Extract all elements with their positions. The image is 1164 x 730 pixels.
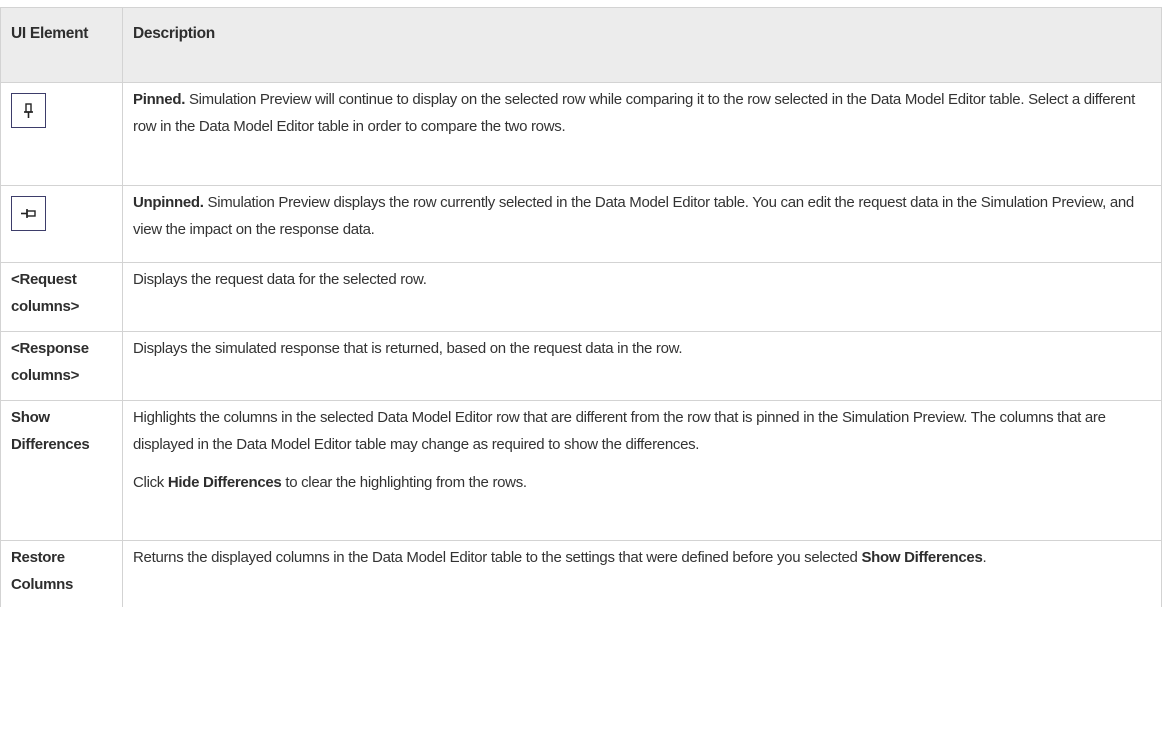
description-note: Click Hide Differences to clear the high… (133, 469, 1151, 496)
ui-elements-table: UI Element Description Pinned. Simulatio… (0, 7, 1162, 607)
description-text: Pinned. Simulation Preview will continue… (133, 86, 1151, 140)
description-body: Returns the displayed columns in the Dat… (133, 549, 862, 566)
description-text: Unpinned. Simulation Preview displays th… (133, 189, 1151, 243)
ui-element-cell: Show Differences (0, 400, 123, 541)
description-cell: Unpinned. Simulation Preview displays th… (122, 185, 1162, 263)
note-text: to clear the highlighting from the rows. (281, 474, 527, 491)
table-row: Pinned. Simulation Preview will continue… (0, 82, 1162, 186)
table-row: <Request columns> Displays the request d… (0, 262, 1162, 332)
table-row: Restore Columns Returns the displayed co… (0, 540, 1162, 607)
description-body: Simulation Preview will continue to disp… (133, 91, 1135, 135)
description-body: Simulation Preview displays the row curr… (133, 194, 1134, 238)
ui-element-cell: <Response columns> (0, 331, 123, 401)
column-header-ui-element: UI Element (0, 7, 123, 83)
description-text: Highlights the columns in the selected D… (133, 409, 1106, 453)
description-cell: Pinned. Simulation Preview will continue… (122, 82, 1162, 186)
column-header-description: Description (122, 7, 1162, 83)
description-body: . (982, 549, 987, 566)
description-cell: Displays the simulated response that is … (122, 331, 1162, 401)
table-header-row: UI Element Description (0, 7, 1162, 83)
table-row: Show Differences Highlights the columns … (0, 400, 1162, 541)
term-label: Pinned. (133, 91, 186, 108)
description-cell: Displays the request data for the select… (122, 262, 1162, 332)
table-row: <Response columns> Displays the simulate… (0, 331, 1162, 401)
description-cell: Highlights the columns in the selected D… (122, 400, 1162, 541)
ui-element-cell: <Request columns> (0, 262, 123, 332)
hide-differences-label: Hide Differences (167, 474, 282, 491)
show-differences-label: Show Differences (861, 549, 983, 566)
note-text: Click (133, 474, 168, 491)
term-label: Unpinned. (133, 194, 204, 211)
description-cell: Returns the displayed columns in the Dat… (122, 540, 1162, 607)
table-row: Unpinned. Simulation Preview displays th… (0, 185, 1162, 263)
pin-unpinned-icon[interactable] (11, 196, 46, 231)
pin-pinned-icon[interactable] (11, 93, 46, 128)
ui-element-cell: Restore Columns (0, 540, 123, 607)
ui-element-cell (0, 185, 123, 263)
description-text: Returns the displayed columns in the Dat… (133, 544, 1151, 571)
ui-element-cell (0, 82, 123, 186)
